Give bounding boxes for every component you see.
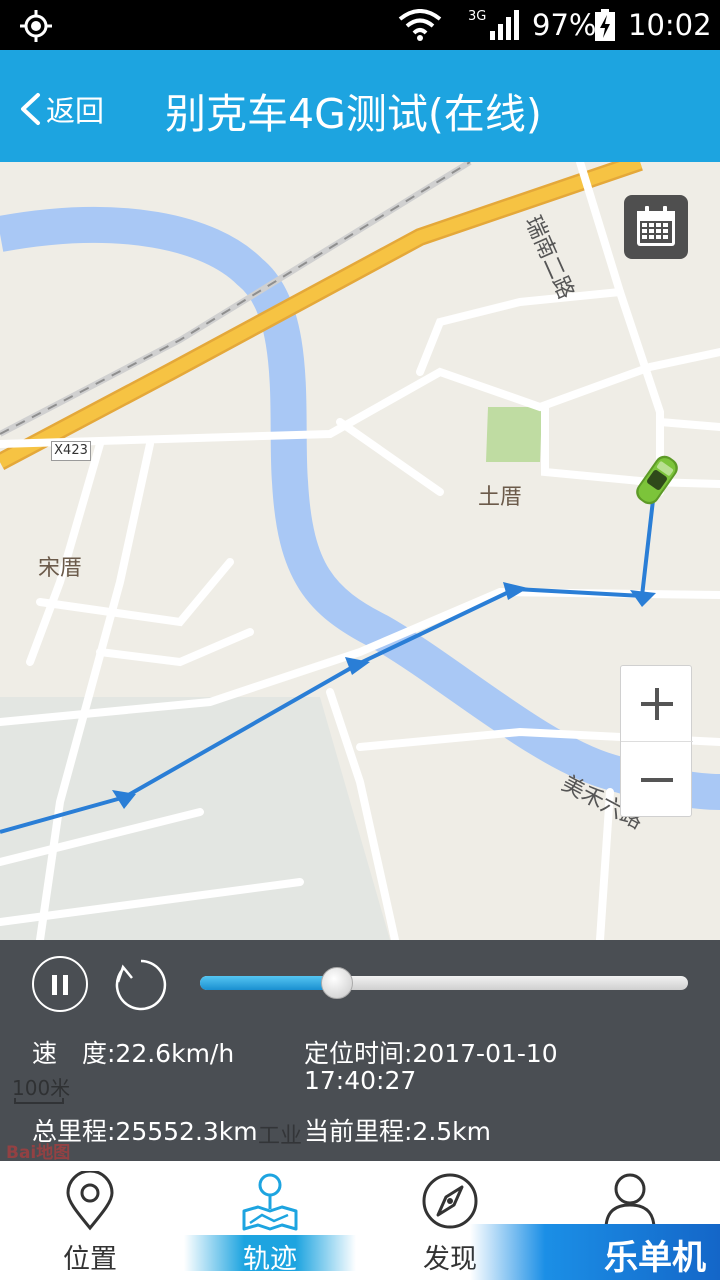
zoom-in-button[interactable] bbox=[621, 666, 693, 742]
tab-track[interactable]: 轨迹 bbox=[180, 1161, 360, 1280]
slider-thumb[interactable] bbox=[320, 967, 353, 999]
minus-icon bbox=[641, 778, 673, 782]
compass-icon bbox=[422, 1173, 478, 1229]
pause-icon-bar-left bbox=[52, 975, 57, 995]
current-mileage-text: 当前里程:2.5km bbox=[304, 1117, 492, 1146]
locate-time-text: 定位时间:2017-01-10 bbox=[304, 1039, 558, 1068]
location-service-icon bbox=[20, 10, 52, 42]
tab-location-label: 位置 bbox=[63, 1244, 117, 1275]
playback-progress-slider[interactable] bbox=[200, 967, 688, 999]
zoom-control bbox=[620, 665, 693, 818]
place-label-songcuo: 宋厝 bbox=[38, 556, 83, 581]
watermark-logo: 乐单机 bbox=[470, 1224, 720, 1280]
pause-button[interactable] bbox=[32, 956, 88, 1012]
zoom-out-button[interactable] bbox=[621, 742, 693, 818]
track-map-icon bbox=[242, 1173, 298, 1231]
location-pin-icon bbox=[66, 1171, 114, 1231]
playback-panel: 速 度:22.6km/h 定位时间:2017-01-10 17:40:27 总里… bbox=[0, 940, 720, 1163]
network-type: 3G bbox=[468, 9, 487, 24]
replay-button[interactable] bbox=[110, 956, 168, 1014]
calendar-icon bbox=[637, 206, 675, 246]
status-bar: 3G 97% 10:02 bbox=[0, 0, 720, 50]
plus-icon bbox=[641, 687, 673, 720]
map-scale-label: 100米 bbox=[12, 1076, 71, 1100]
wifi-icon bbox=[398, 9, 442, 41]
speed-text: 速 度:22.6km/h bbox=[32, 1039, 235, 1068]
tab-track-label: 轨迹 bbox=[243, 1244, 297, 1275]
map-scale-bar bbox=[14, 1098, 64, 1104]
header-bar: 返回 别克车4G测试(在线) bbox=[0, 50, 720, 162]
battery-charging-icon bbox=[595, 9, 615, 41]
back-button[interactable]: 返回 bbox=[18, 88, 104, 130]
poi-label: 工业 bbox=[258, 1124, 303, 1149]
clock: 10:02 bbox=[628, 8, 712, 42]
tab-location[interactable]: 位置 bbox=[0, 1161, 180, 1280]
locate-time-clock: 17:40:27 bbox=[304, 1066, 417, 1095]
pause-icon-bar-right bbox=[63, 975, 68, 995]
back-label: 返回 bbox=[46, 94, 105, 128]
page-title: 别克车4G测试(在线) bbox=[165, 90, 542, 138]
place-label-tucuo: 土厝 bbox=[478, 485, 523, 510]
map-logo: Bai地图 bbox=[6, 1143, 71, 1163]
road-shield: X423 bbox=[51, 441, 91, 461]
watermark-text: 乐单机 bbox=[604, 1238, 706, 1278]
slider-fill bbox=[200, 976, 337, 990]
calendar-button[interactable] bbox=[624, 195, 688, 259]
back-arrow-icon bbox=[21, 93, 40, 125]
person-icon bbox=[604, 1173, 656, 1230]
battery-percent: 97% bbox=[532, 8, 597, 42]
signal-icon bbox=[490, 10, 519, 40]
map-view[interactable]: 土厝 宋厝 瑞南二路 美禾六路 X423 bbox=[0, 162, 720, 940]
